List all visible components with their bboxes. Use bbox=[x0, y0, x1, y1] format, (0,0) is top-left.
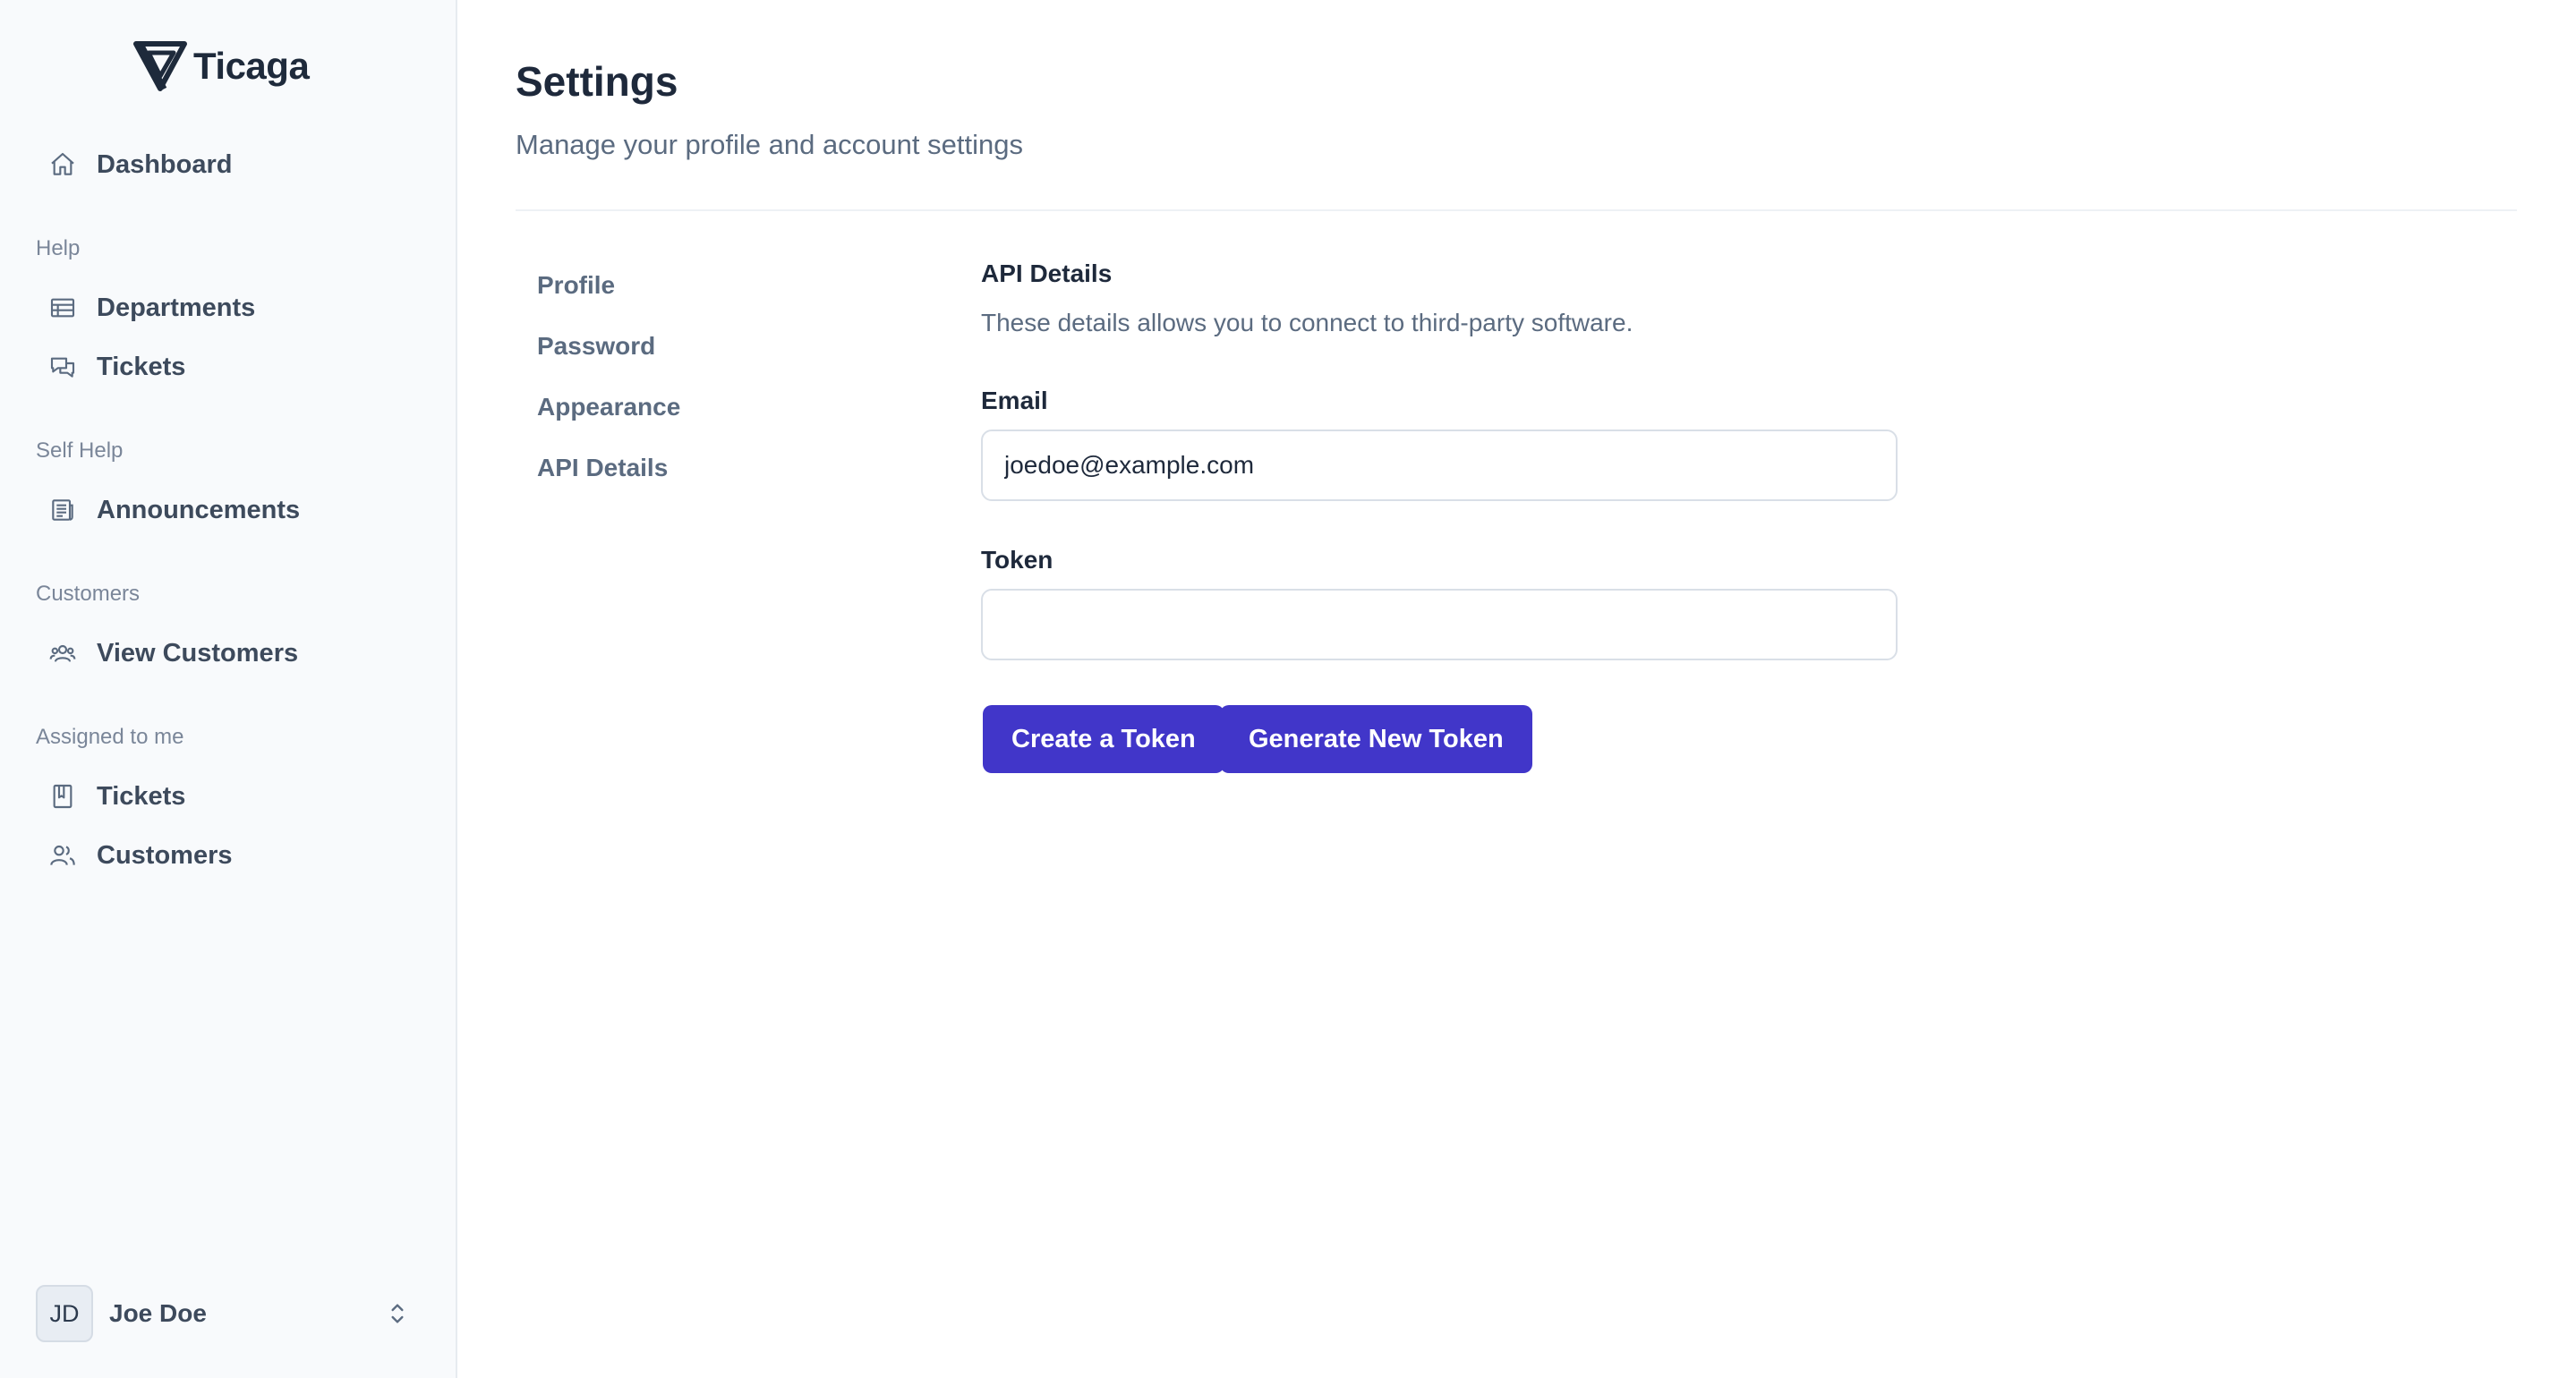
nav-group-title-assigned: Assigned to me bbox=[36, 725, 184, 749]
email-field[interactable] bbox=[981, 430, 1898, 501]
generate-token-button[interactable]: Generate New Token bbox=[1220, 705, 1532, 773]
divider bbox=[516, 209, 2517, 211]
avatar: JD bbox=[36, 1285, 93, 1342]
tab-password[interactable]: Password bbox=[537, 332, 655, 361]
section-title: API Details bbox=[981, 259, 1113, 287]
nav-group-title-customers: Customers bbox=[36, 582, 141, 606]
nav-group-title-self-help: Self Help bbox=[36, 438, 124, 463]
tab-appearance[interactable]: Appearance bbox=[537, 393, 680, 421]
sidebar-item-announcements[interactable]: Announcements bbox=[36, 485, 421, 535]
sidebar: Ticaga Dashboard Help Departments Ticket… bbox=[0, 0, 457, 1378]
sidebar-item-assigned-customers[interactable]: Customers bbox=[36, 830, 421, 880]
user-group-icon bbox=[49, 644, 76, 662]
chevron-up-down-icon bbox=[391, 1304, 404, 1323]
user-menu[interactable]: JD Joe Doe bbox=[36, 1285, 421, 1342]
book-icon bbox=[53, 784, 73, 809]
newspaper-icon bbox=[52, 499, 73, 521]
chat-bubbles-icon bbox=[50, 357, 75, 378]
sidebar-item-label: Tickets bbox=[97, 781, 186, 811]
token-label: Token bbox=[981, 546, 1053, 574]
home-icon bbox=[51, 152, 74, 175]
app: Ticaga Dashboard Help Departments Ticket… bbox=[0, 0, 2576, 1378]
nav-group-title-help: Help bbox=[36, 236, 81, 260]
sidebar-item-assigned-tickets[interactable]: Tickets bbox=[36, 771, 421, 821]
email-label: Email bbox=[981, 387, 1048, 414]
brand-logo[interactable]: Ticaga bbox=[132, 39, 310, 93]
sidebar-item-label: View Customers bbox=[97, 638, 299, 668]
sidebar-item-label: Announcements bbox=[97, 495, 301, 524]
section-description: These details allows you to connect to t… bbox=[981, 309, 1633, 336]
create-token-button[interactable]: Create a Token bbox=[983, 705, 1224, 773]
page-subtitle: Manage your profile and account settings bbox=[516, 129, 1023, 160]
page-title: Settings bbox=[516, 58, 678, 105]
user-name: Joe Doe bbox=[109, 1299, 207, 1327]
sidebar-item-view-customers[interactable]: View Customers bbox=[36, 628, 421, 678]
sidebar-item-label: Customers bbox=[97, 840, 233, 870]
ticaga-logo-icon bbox=[133, 41, 187, 91]
sidebar-item-label: Departments bbox=[97, 293, 256, 322]
sidebar-item-dashboard[interactable]: Dashboard bbox=[36, 140, 421, 190]
sidebar-item-departments[interactable]: Departments bbox=[36, 283, 421, 333]
tab-api-details[interactable]: API Details bbox=[537, 454, 668, 482]
sidebar-item-tickets[interactable]: Tickets bbox=[36, 342, 421, 392]
token-field[interactable] bbox=[981, 589, 1898, 660]
table-icon bbox=[50, 298, 75, 318]
sidebar-item-label: Dashboard bbox=[97, 149, 233, 179]
sidebar-item-label: Tickets bbox=[97, 352, 186, 381]
users-icon bbox=[50, 845, 75, 865]
brand-name: Ticaga bbox=[193, 45, 310, 87]
tab-profile[interactable]: Profile bbox=[537, 271, 615, 300]
